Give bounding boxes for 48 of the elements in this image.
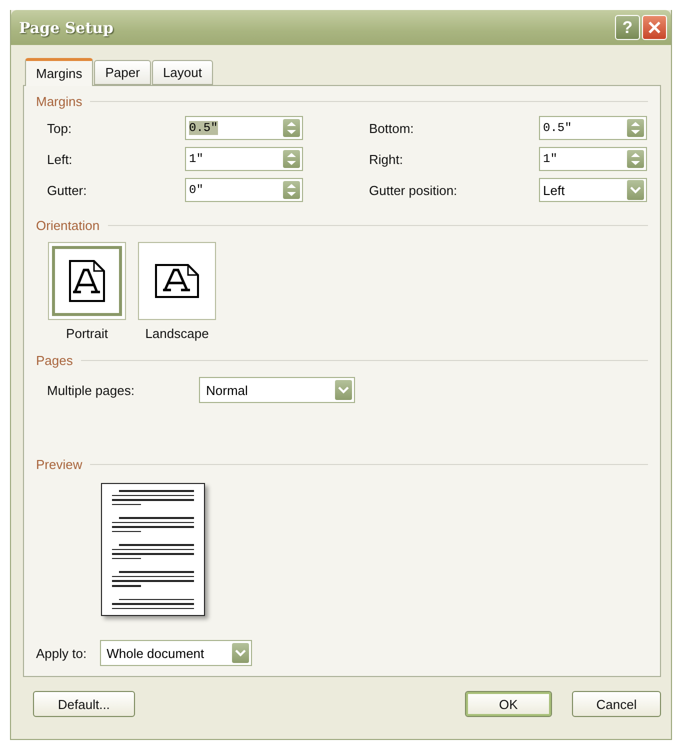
tab[interactable]: Paper <box>94 60 151 85</box>
field-value: 0" <box>189 183 204 197</box>
spinner-field[interactable]: 1" <box>539 147 647 171</box>
field-label: Top: <box>47 120 73 136</box>
field-label: Right: <box>369 152 404 166</box>
section-title: Preview <box>36 456 82 472</box>
spinner-field[interactable]: 0" <box>185 178 303 202</box>
spinner-field[interactable]: 0.5" <box>185 116 303 140</box>
close-button[interactable] <box>642 15 667 40</box>
dropdown-field[interactable]: Whole document <box>100 640 252 666</box>
orientation-label: Landscape <box>145 326 209 341</box>
field-label: Gutter position: <box>369 182 458 198</box>
field-label: Left: <box>47 152 74 166</box>
field-label: Apply to: <box>36 646 87 660</box>
spinner-arrows-icon[interactable] <box>627 119 644 137</box>
orientation-button[interactable] <box>48 242 126 320</box>
field-value: 1" <box>543 152 558 166</box>
field-label: Bottom: <box>369 120 415 136</box>
field-value: 0.5" <box>189 121 218 135</box>
orientation-button[interactable] <box>138 242 216 320</box>
spinner-arrows-icon[interactable] <box>283 150 300 168</box>
dropdown-field[interactable]: Normal <box>199 377 355 403</box>
spinner-arrows-icon[interactable] <box>627 150 644 168</box>
dialog-button[interactable]: Cancel <box>572 691 661 717</box>
window-title: Page Setup <box>19 18 115 36</box>
spinner-field[interactable]: 1" <box>185 147 303 171</box>
field-value: 0.5" <box>543 121 572 135</box>
dialog-button[interactable]: Default... <box>33 691 135 717</box>
tab[interactable]: Layout <box>152 60 213 85</box>
tab[interactable]: Margins <box>25 58 94 86</box>
section-title: Orientation <box>36 218 100 232</box>
section-title: Pages <box>36 352 73 368</box>
landscape-page-icon <box>155 264 199 298</box>
section-title: Margins <box>36 94 82 108</box>
dialog-button[interactable]: OK <box>464 691 552 717</box>
field-label: Multiple pages: <box>47 382 136 398</box>
spinner-arrows-icon[interactable] <box>283 119 300 137</box>
orientation-label: Portrait <box>66 326 108 341</box>
field-value: Left <box>543 182 565 198</box>
field-value: 1" <box>189 152 204 166</box>
field-value: Normal <box>206 382 249 398</box>
field-label: Gutter: <box>47 182 88 198</box>
field-value: Whole document <box>106 646 206 660</box>
spinner-field[interactable]: 0.5" <box>539 116 647 140</box>
close-icon <box>648 21 661 34</box>
spinner-arrows-icon[interactable] <box>283 181 300 199</box>
portrait-page-icon <box>69 260 105 302</box>
dropdown-field[interactable]: Left <box>539 178 647 202</box>
